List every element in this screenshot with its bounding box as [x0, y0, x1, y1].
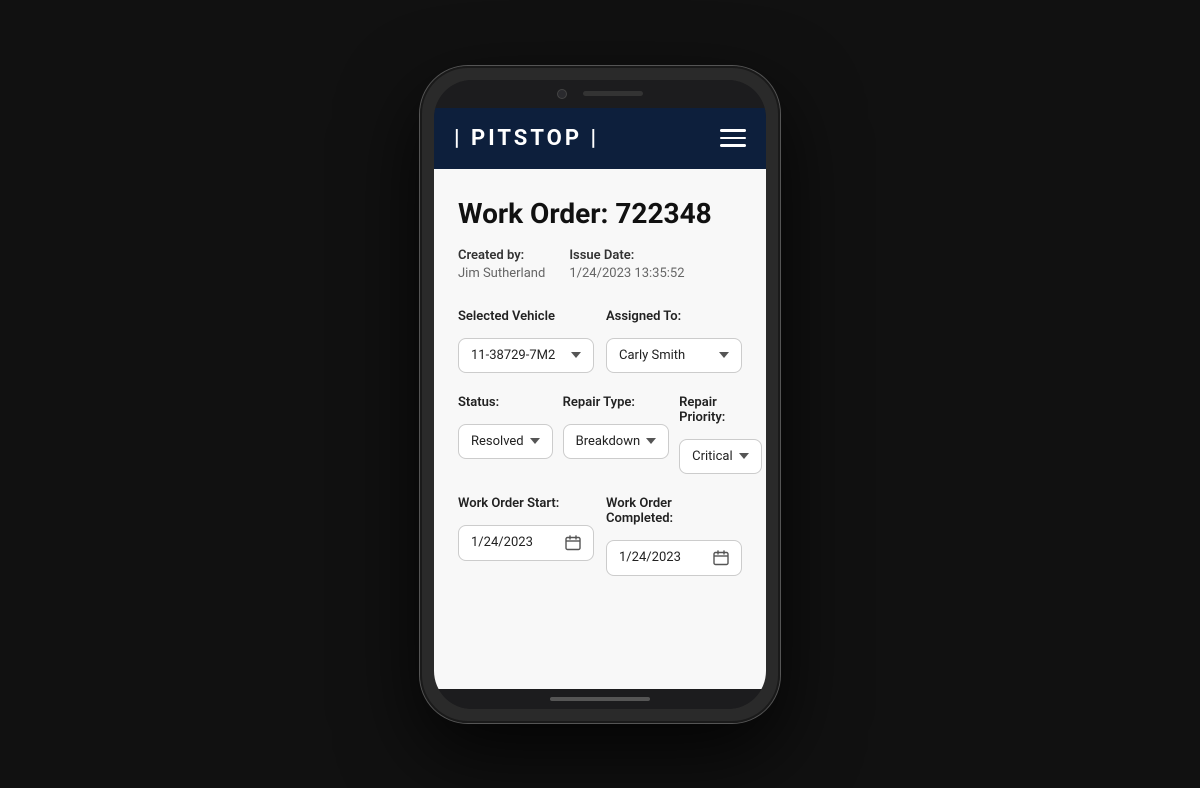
phone-top-bar: [434, 80, 766, 108]
chevron-down-icon: [646, 438, 656, 444]
repair-priority-value: Critical: [692, 449, 732, 464]
phone-device: | PITSTOP | Work Order: 722348 Created b…: [420, 66, 780, 723]
meta-row: Created by: Jim Sutherland Issue Date: 1…: [458, 248, 742, 281]
hamburger-line-2: [720, 137, 746, 140]
issue-date-block: Issue Date: 1/24/2023 13:35:52: [569, 248, 684, 281]
dates-row: Work Order Start: 1/24/2023 Work Order C…: [458, 496, 742, 576]
phone-screen: | PITSTOP | Work Order: 722348 Created b…: [434, 80, 766, 709]
selected-vehicle-label: Selected Vehicle: [458, 309, 594, 324]
repair-type-group: Repair Type: Breakdown: [563, 395, 670, 474]
hamburger-line-3: [720, 144, 746, 147]
phone-camera: [557, 89, 567, 99]
repair-priority-label: Repair Priority:: [679, 395, 761, 425]
app-content: Work Order: 722348 Created by: Jim Suthe…: [434, 169, 766, 689]
repair-type-label: Repair Type:: [563, 395, 670, 410]
selected-vehicle-group: Selected Vehicle 11-38729-7M2: [458, 309, 594, 373]
work-order-title: Work Order: 722348: [458, 197, 742, 230]
status-dropdown[interactable]: Resolved: [458, 424, 553, 459]
assigned-to-value: Carly Smith: [619, 348, 685, 363]
status-label: Status:: [458, 395, 553, 410]
status-repair-row: Status: Resolved Repair Type: Breakdown …: [458, 395, 742, 474]
created-by-label: Created by:: [458, 248, 545, 263]
assigned-to-group: Assigned To: Carly Smith: [606, 309, 742, 373]
status-group: Status: Resolved: [458, 395, 553, 474]
vehicle-assigned-row: Selected Vehicle 11-38729-7M2 Assigned T…: [458, 309, 742, 373]
phone-speaker: [583, 91, 643, 96]
app-header: | PITSTOP |: [434, 108, 766, 169]
work-order-completed-value: 1/24/2023: [619, 550, 681, 565]
work-order-start-value: 1/24/2023: [471, 535, 533, 550]
issue-date-value: 1/24/2023 13:35:52: [569, 266, 684, 281]
work-order-start-input[interactable]: 1/24/2023: [458, 525, 594, 561]
status-value: Resolved: [471, 434, 524, 449]
hamburger-menu-button[interactable]: [720, 129, 746, 147]
chevron-down-icon: [571, 352, 581, 358]
work-order-start-label: Work Order Start:: [458, 496, 594, 511]
repair-priority-group: Repair Priority: Critical: [679, 395, 761, 474]
chevron-down-icon: [719, 352, 729, 358]
issue-date-label: Issue Date:: [569, 248, 684, 263]
work-order-completed-label: Work Order Completed:: [606, 496, 742, 526]
work-order-completed-group: Work Order Completed: 1/24/2023: [606, 496, 742, 576]
assigned-to-dropdown[interactable]: Carly Smith: [606, 338, 742, 373]
work-order-completed-input[interactable]: 1/24/2023: [606, 540, 742, 576]
phone-bottom-bar: [434, 689, 766, 709]
selected-vehicle-dropdown[interactable]: 11-38729-7M2: [458, 338, 594, 373]
app-logo: | PITSTOP |: [454, 126, 599, 151]
repair-type-value: Breakdown: [576, 434, 641, 449]
repair-priority-dropdown[interactable]: Critical: [679, 439, 761, 474]
hamburger-line-1: [720, 129, 746, 132]
created-by-block: Created by: Jim Sutherland: [458, 248, 545, 281]
assigned-to-label: Assigned To:: [606, 309, 742, 324]
home-indicator: [550, 697, 650, 701]
calendar-icon: [565, 535, 581, 551]
chevron-down-icon: [530, 438, 540, 444]
calendar-icon: [713, 550, 729, 566]
work-order-start-group: Work Order Start: 1/24/2023: [458, 496, 594, 576]
chevron-down-icon: [739, 453, 749, 459]
repair-type-dropdown[interactable]: Breakdown: [563, 424, 670, 459]
selected-vehicle-value: 11-38729-7M2: [471, 348, 555, 363]
created-by-value: Jim Sutherland: [458, 266, 545, 281]
